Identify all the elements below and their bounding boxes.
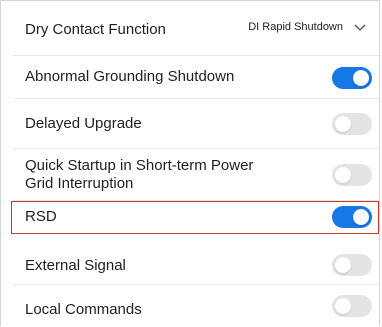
setting-label: RSD [25,208,57,225]
setting-row-delayed-upgrade: Delayed Upgrade [13,99,379,149]
dry-contact-function-select[interactable]: DI Rapid Shutdown [248,20,367,34]
toggle-knob [335,298,351,314]
toggle-knob [335,257,351,273]
quick-startup-toggle[interactable] [332,164,372,186]
external-signal-toggle[interactable] [332,254,372,276]
settings-panel: Dry Contact Function DI Rapid Shutdown A… [0,0,380,326]
toggle-knob [353,70,369,86]
setting-label: External Signal [25,257,126,274]
setting-row-quick-startup: Quick Startup in Short-term Power Grid I… [13,149,379,201]
abnormal-grounding-shutdown-toggle[interactable] [332,67,372,89]
setting-row-abnormal-grounding-shutdown: Abnormal Grounding Shutdown [13,56,379,99]
toggle-knob [335,167,351,183]
setting-row-external-signal: External Signal [13,245,379,285]
chevron-down-icon [353,20,367,34]
delayed-upgrade-toggle[interactable] [332,113,372,135]
rsd-toggle[interactable] [332,206,372,228]
setting-row-local-commands: Local Commands [13,285,379,327]
dry-contact-function-label: Dry Contact Function [25,21,166,38]
setting-row-rsd: RSD [13,201,379,234]
dry-contact-function-row: Dry Contact Function DI Rapid Shutdown [13,1,379,56]
setting-label: Abnormal Grounding Shutdown [25,68,235,85]
setting-label: Delayed Upgrade [25,115,142,132]
setting-label: Local Commands [25,301,142,318]
local-commands-toggle[interactable] [332,295,372,317]
toggle-knob [335,116,351,132]
dry-contact-function-value: DI Rapid Shutdown [248,21,343,33]
setting-label: Quick Startup in Short-term Power Grid I… [25,157,254,192]
toggle-knob [353,209,369,225]
